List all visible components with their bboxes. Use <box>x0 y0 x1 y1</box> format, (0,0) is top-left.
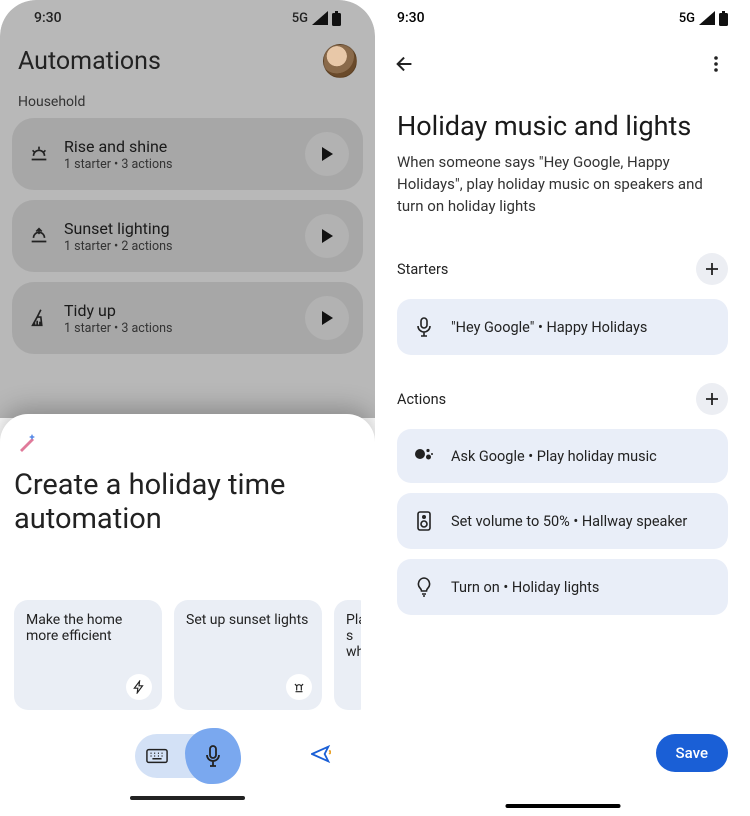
play-button[interactable] <box>305 214 349 258</box>
chip-label: Play s when <box>346 612 361 660</box>
suggestion-chip[interactable]: Set up sunset lights <box>174 600 322 710</box>
home-indicator <box>505 804 620 808</box>
action-card[interactable]: Turn on • Holiday lights <box>397 559 728 615</box>
automation-sub: 1 starter • 3 actions <box>64 157 293 172</box>
overflow-menu-button[interactable] <box>698 46 734 82</box>
chip-label: Make the home more efficient <box>26 612 122 644</box>
network-label: 5G <box>292 11 308 26</box>
home-indicator <box>130 796 245 800</box>
status-time: 9:30 <box>34 10 62 26</box>
page-title: Automations <box>18 47 161 76</box>
arrow-left-icon <box>394 53 416 75</box>
status-icons: 5G <box>679 11 728 26</box>
assistant-icon <box>413 447 435 465</box>
automation-text: Sunset lighting 1 starter • 2 actions <box>64 219 293 254</box>
status-icons: 5G <box>292 11 341 26</box>
actions-label: Actions <box>397 391 446 408</box>
add-starter-button[interactable] <box>696 253 728 285</box>
status-bar: 9:30 5G <box>375 0 750 36</box>
detail-body: Holiday music and lights When someone sa… <box>375 92 750 615</box>
starter-card[interactable]: "Hey Google" • Happy Holidays <box>397 299 728 355</box>
automation-text: Rise and shine 1 starter • 3 actions <box>64 137 293 172</box>
automation-name: Sunset lighting <box>64 219 293 238</box>
suggestion-chip[interactable]: Play s when <box>334 600 361 710</box>
starters-header: Starters <box>397 253 728 285</box>
input-bar <box>14 728 361 784</box>
bolt-icon <box>126 674 152 700</box>
suggestion-chip[interactable]: Make the home more efficient <box>14 600 162 710</box>
play-icon <box>319 228 335 244</box>
actions-header: Actions <box>397 383 728 415</box>
starter-text: "Hey Google" • Happy Holidays <box>451 319 647 336</box>
automation-name: Tidy up <box>64 301 293 320</box>
battery-icon <box>332 11 341 26</box>
left-screen: 9:30 5G Automations Household Rise and s… <box>0 0 375 816</box>
page-header: Automations <box>12 36 363 84</box>
lights-icon <box>286 674 312 700</box>
play-button[interactable] <box>305 296 349 340</box>
automation-name: Rise and shine <box>64 137 293 156</box>
automation-text: Tidy up 1 starter • 3 actions <box>64 301 293 336</box>
speaker-icon <box>413 511 435 531</box>
starters-label: Starters <box>397 261 448 278</box>
status-time: 9:30 <box>397 10 425 26</box>
suggestion-chips: Make the home more efficient Set up suns… <box>14 600 361 710</box>
avatar[interactable] <box>323 44 357 78</box>
automation-card[interactable]: Rise and shine 1 starter • 3 actions <box>12 118 363 190</box>
play-button[interactable] <box>305 132 349 176</box>
detail-header <box>375 36 750 92</box>
assistant-sheet: Create a holiday time automation Make th… <box>0 414 375 816</box>
add-action-button[interactable] <box>696 383 728 415</box>
action-text: Set volume to 50% • Hallway speaker <box>451 513 687 530</box>
battery-icon <box>719 11 728 26</box>
play-icon <box>319 146 335 162</box>
network-label: 5G <box>679 11 695 26</box>
action-card[interactable]: Set volume to 50% • Hallway speaker <box>397 493 728 549</box>
keyboard-icon <box>146 748 168 764</box>
signal-icon <box>699 11 715 25</box>
plus-icon <box>704 261 720 277</box>
plus-icon <box>704 391 720 407</box>
send-icon <box>311 745 331 763</box>
back-button[interactable] <box>387 46 423 82</box>
action-text: Turn on • Holiday lights <box>451 579 599 596</box>
sheet-title: Create a holiday time automation <box>14 468 361 536</box>
bulb-icon <box>413 577 435 597</box>
automation-card[interactable]: Sunset lighting 1 starter • 2 actions <box>12 200 363 272</box>
sunrise-icon <box>26 143 52 165</box>
right-screen: 9:30 5G Holiday music and lights When so… <box>375 0 750 816</box>
automation-sub: 1 starter • 2 actions <box>64 239 293 254</box>
sunset-icon <box>26 225 52 247</box>
save-button[interactable]: Save <box>656 734 728 772</box>
signal-icon <box>312 11 328 25</box>
detail-title: Holiday music and lights <box>397 110 728 142</box>
mic-icon <box>413 317 435 337</box>
automation-card[interactable]: Tidy up 1 starter • 3 actions <box>12 282 363 354</box>
wand-icon <box>16 430 361 458</box>
status-bar: 9:30 5G <box>12 0 363 36</box>
automations-dimmed-layer: 9:30 5G Automations Household Rise and s… <box>0 0 375 418</box>
play-icon <box>319 310 335 326</box>
section-label: Household <box>12 84 363 118</box>
automation-sub: 1 starter • 3 actions <box>64 321 293 336</box>
send-button[interactable] <box>311 745 331 767</box>
chip-label: Set up sunset lights <box>186 612 308 628</box>
detail-description: When someone says "Hey Google, Happy Hol… <box>397 152 728 217</box>
broom-icon <box>26 307 52 329</box>
action-text: Ask Google • Play holiday music <box>451 448 657 465</box>
mic-button[interactable] <box>185 728 241 784</box>
action-card[interactable]: Ask Google • Play holiday music <box>397 429 728 483</box>
more-vert-icon <box>706 54 726 74</box>
mic-icon <box>204 745 222 767</box>
